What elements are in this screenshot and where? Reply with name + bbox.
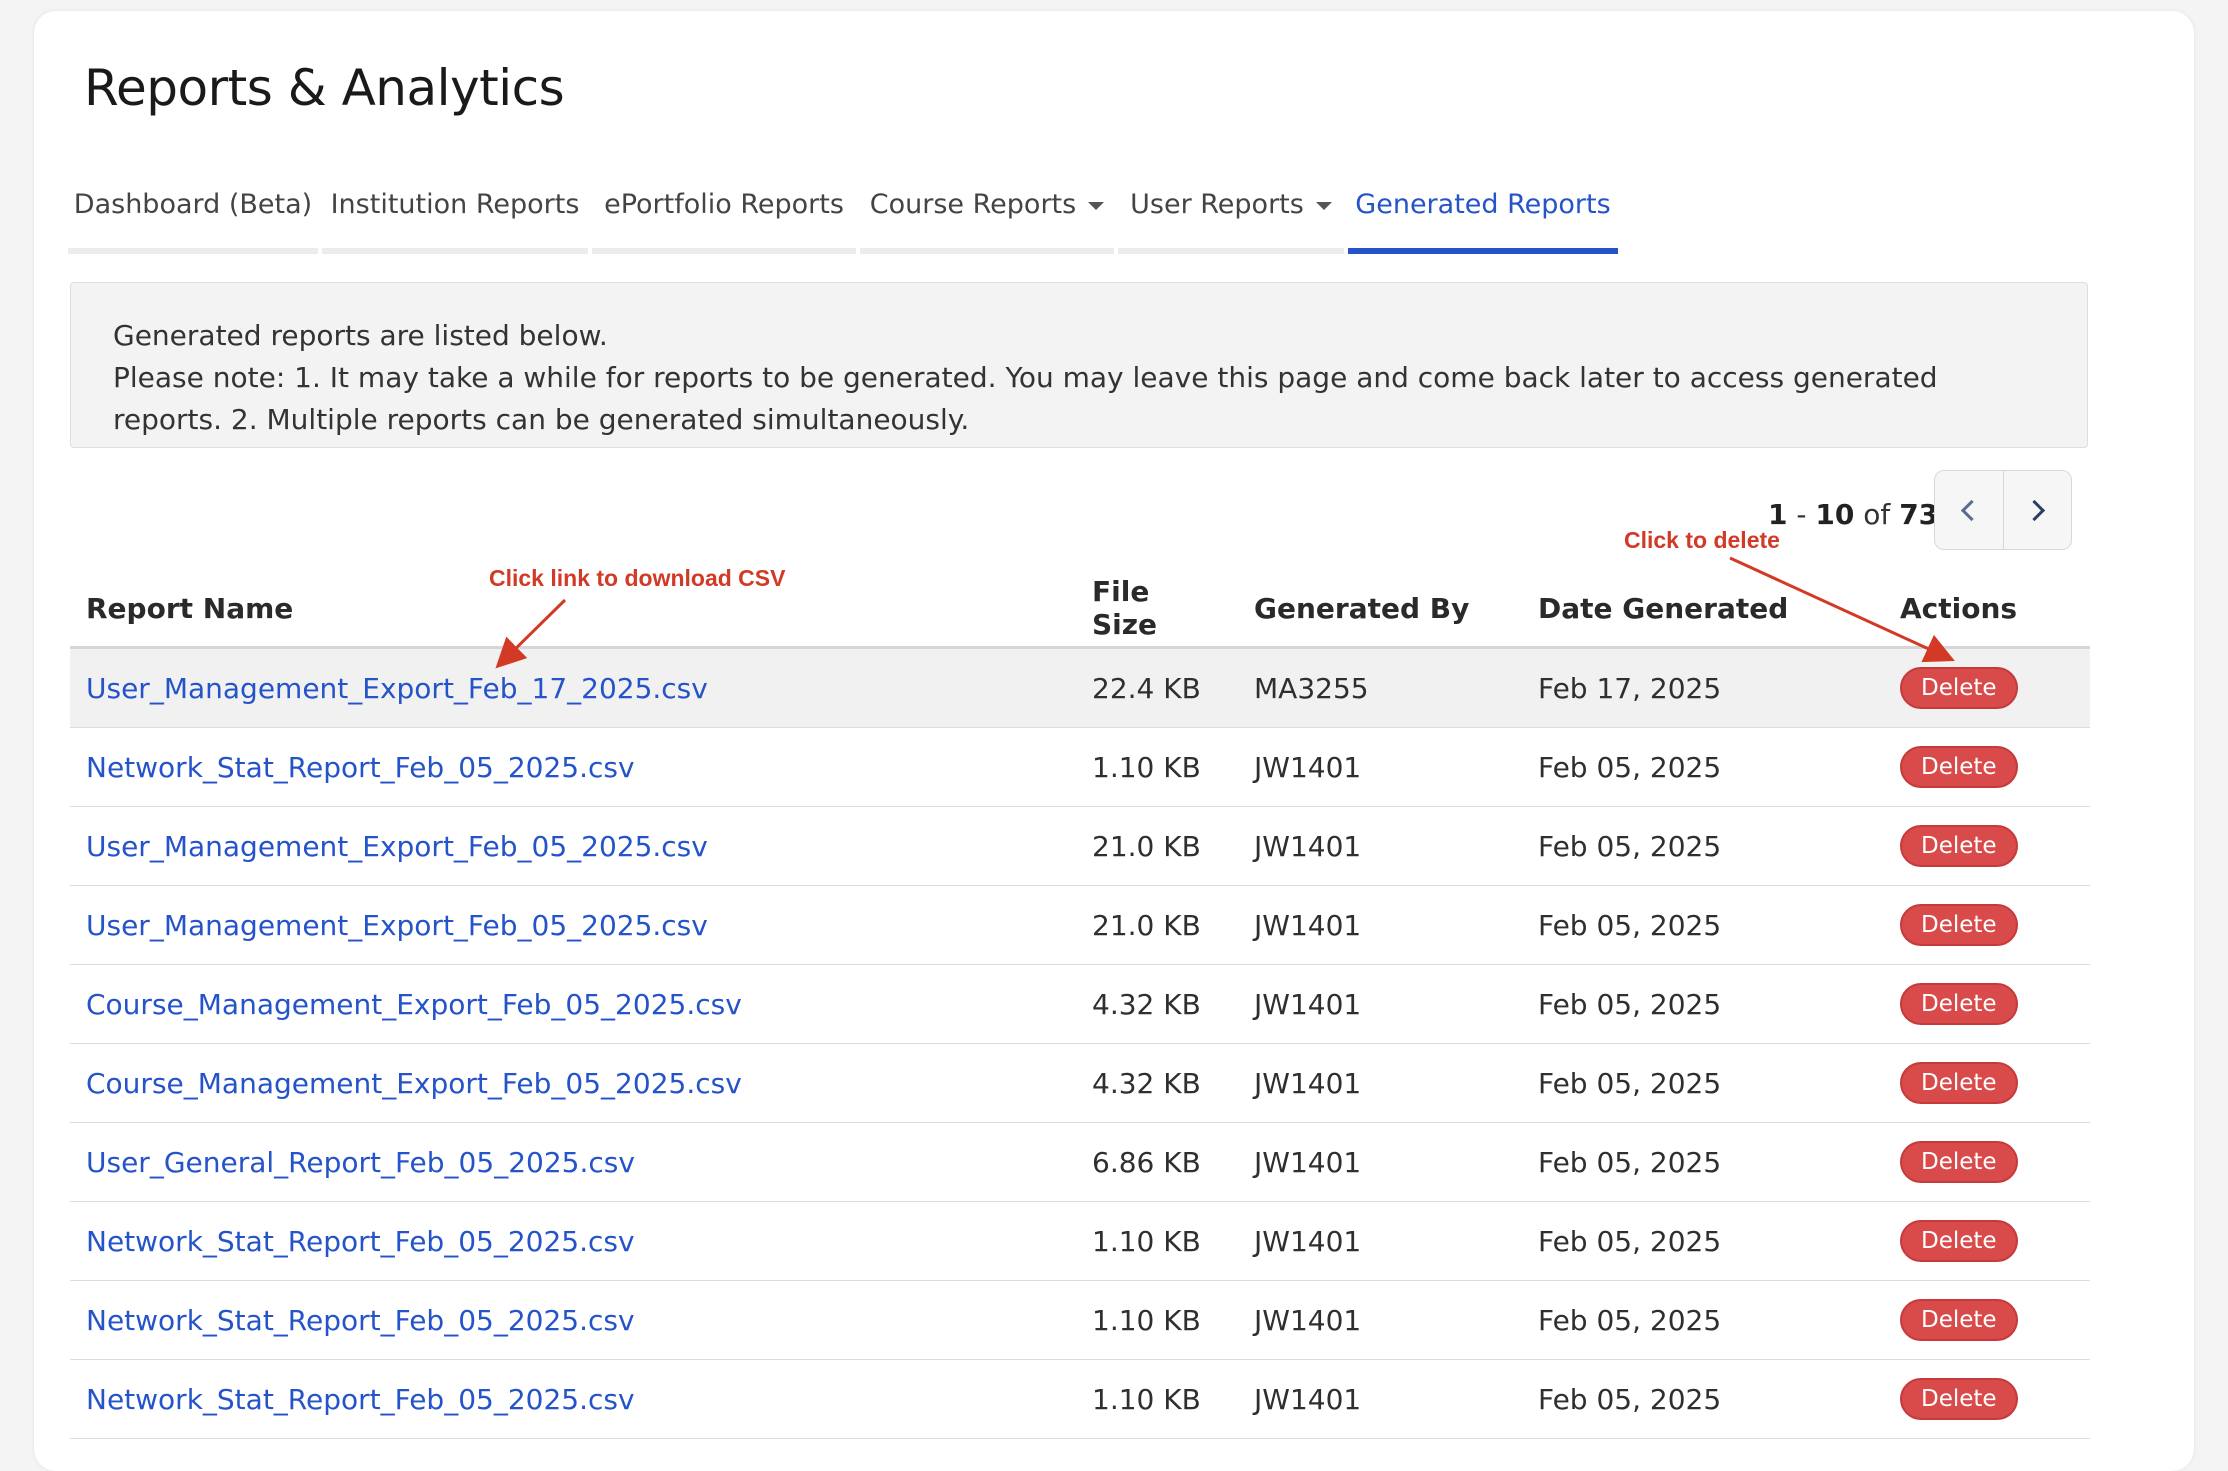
table-row: Course_Management_Export_Feb_05_2025.csv…	[70, 964, 2090, 1044]
tab-label: User Reports	[1130, 188, 1304, 220]
delete-button[interactable]: Delete	[1900, 1220, 2018, 1262]
prev-page-button[interactable]	[1935, 471, 2003, 549]
date-generated: Feb 05, 2025	[1522, 1043, 1884, 1123]
header-actions: Actions	[1884, 570, 2090, 649]
table-header-row: Report Name File Size Generated By Date …	[70, 570, 2090, 649]
header-generated-by[interactable]: Generated By	[1238, 570, 1522, 649]
generated-by: JW1401	[1238, 727, 1522, 807]
report-download-link[interactable]: Network_Stat_Report_Feb_05_2025.csv	[86, 1304, 635, 1337]
header-date-generated[interactable]: Date Generated	[1522, 570, 1884, 649]
generated-by: JW1401	[1238, 964, 1522, 1044]
tab-eportfolio-reports[interactable]: ePortfolio Reports	[592, 160, 856, 254]
tab-label: ePortfolio Reports	[604, 188, 844, 220]
tab-generated-reports[interactable]: Generated Reports	[1348, 160, 1618, 254]
generated-by: JW1401	[1238, 1043, 1522, 1123]
page-title: Reports & Analytics	[84, 59, 565, 117]
generated-reports-table: Report Name File Size Generated By Date …	[70, 570, 2090, 1439]
generated-by: MA3255	[1238, 647, 1522, 728]
file-size: 6.86 KB	[1076, 1122, 1238, 1202]
delete-button[interactable]: Delete	[1900, 983, 2018, 1025]
tab-user-reports[interactable]: User Reports	[1118, 160, 1344, 254]
date-generated: Feb 17, 2025	[1522, 647, 1884, 728]
date-generated: Feb 05, 2025	[1522, 727, 1884, 807]
delete-button[interactable]: Delete	[1900, 1141, 2018, 1183]
delete-button[interactable]: Delete	[1900, 1378, 2018, 1420]
pagination-summary: 1 - 10 of 73	[1768, 498, 1938, 531]
table-row: Network_Stat_Report_Feb_05_2025.csv 1.10…	[70, 1201, 2090, 1281]
date-generated: Feb 05, 2025	[1522, 1280, 1884, 1360]
generated-by: JW1401	[1238, 1359, 1522, 1439]
date-generated: Feb 05, 2025	[1522, 1122, 1884, 1202]
file-size: 1.10 KB	[1076, 727, 1238, 807]
date-generated: Feb 05, 2025	[1522, 964, 1884, 1044]
table-row: Course_Management_Export_Feb_05_2025.csv…	[70, 1043, 2090, 1123]
tab-institution-reports[interactable]: Institution Reports	[322, 160, 588, 254]
table-row: Network_Stat_Report_Feb_05_2025.csv 1.10…	[70, 727, 2090, 807]
table-row: Network_Stat_Report_Feb_05_2025.csv 1.10…	[70, 1280, 2090, 1360]
generated-by: JW1401	[1238, 1122, 1522, 1202]
report-download-link[interactable]: User_General_Report_Feb_05_2025.csv	[86, 1146, 635, 1179]
report-download-link[interactable]: Course_Management_Export_Feb_05_2025.csv	[86, 988, 742, 1021]
date-generated: Feb 05, 2025	[1522, 885, 1884, 965]
file-size: 1.10 KB	[1076, 1280, 1238, 1360]
next-page-button[interactable]	[2002, 471, 2072, 549]
info-notice: Generated reports are listed below. Plea…	[70, 282, 2088, 448]
generated-by: JW1401	[1238, 806, 1522, 886]
caret-down-icon	[1315, 202, 1332, 210]
date-generated: Feb 05, 2025	[1522, 1201, 1884, 1281]
tab-course-reports[interactable]: Course Reports	[860, 160, 1114, 254]
total-count: 73	[1899, 498, 1939, 531]
delete-button[interactable]: Delete	[1900, 746, 2018, 788]
date-generated: Feb 05, 2025	[1522, 806, 1884, 886]
delete-button[interactable]: Delete	[1900, 904, 2018, 946]
tab-label: Course Reports	[869, 188, 1077, 220]
report-download-link[interactable]: Network_Stat_Report_Feb_05_2025.csv	[86, 1225, 635, 1258]
chevron-left-icon	[1961, 499, 1983, 521]
file-size: 21.0 KB	[1076, 806, 1238, 886]
report-download-link[interactable]: Course_Management_Export_Feb_05_2025.csv	[86, 1067, 742, 1100]
range-end: 10	[1815, 498, 1855, 531]
table-row: User_Management_Export_Feb_05_2025.csv 2…	[70, 806, 2090, 886]
header-file-size[interactable]: File Size	[1076, 570, 1238, 649]
chevron-right-icon	[2023, 499, 2045, 521]
delete-button[interactable]: Delete	[1900, 1062, 2018, 1104]
tab-label: Generated Reports	[1355, 188, 1611, 220]
table-row: Network_Stat_Report_Feb_05_2025.csv 1.10…	[70, 1359, 2090, 1439]
report-download-link[interactable]: User_Management_Export_Feb_05_2025.csv	[86, 909, 708, 942]
file-size: 4.32 KB	[1076, 964, 1238, 1044]
generated-by: JW1401	[1238, 1280, 1522, 1360]
file-size: 1.10 KB	[1076, 1359, 1238, 1439]
table-row: User_Management_Export_Feb_17_2025.csv 2…	[70, 647, 2090, 728]
caret-down-icon	[1088, 202, 1105, 210]
report-download-link[interactable]: Network_Stat_Report_Feb_05_2025.csv	[86, 1383, 635, 1416]
report-download-link[interactable]: Network_Stat_Report_Feb_05_2025.csv	[86, 751, 635, 784]
tab-label: Institution Reports	[330, 188, 580, 220]
tab-label: Dashboard (Beta)	[73, 188, 313, 220]
range-separator: -	[1796, 498, 1807, 531]
pagination-controls	[1934, 470, 2072, 550]
delete-button[interactable]: Delete	[1900, 825, 2018, 867]
file-size: 21.0 KB	[1076, 885, 1238, 965]
annotation-delete: Click to delete	[1624, 527, 1780, 553]
delete-button[interactable]: Delete	[1900, 667, 2018, 709]
of-label: of	[1863, 498, 1891, 531]
file-size: 4.32 KB	[1076, 1043, 1238, 1123]
notice-line-1: Generated reports are listed below.	[113, 319, 608, 352]
notice-line-2: Please note: 1. It may take a while for …	[113, 361, 1938, 436]
delete-button[interactable]: Delete	[1900, 1299, 2018, 1341]
tab-dashboard[interactable]: Dashboard (Beta)	[68, 160, 318, 254]
report-tabs: Dashboard (Beta) Institution Reports ePo…	[68, 160, 1622, 254]
report-download-link[interactable]: User_Management_Export_Feb_17_2025.csv	[86, 672, 708, 705]
generated-by: JW1401	[1238, 1201, 1522, 1281]
table-row: User_Management_Export_Feb_05_2025.csv 2…	[70, 885, 2090, 965]
file-size: 22.4 KB	[1076, 647, 1238, 728]
report-download-link[interactable]: User_Management_Export_Feb_05_2025.csv	[86, 830, 708, 863]
date-generated: Feb 05, 2025	[1522, 1359, 1884, 1439]
file-size: 1.10 KB	[1076, 1201, 1238, 1281]
header-report-name[interactable]: Report Name	[70, 570, 1076, 649]
table-row: User_General_Report_Feb_05_2025.csv 6.86…	[70, 1122, 2090, 1202]
generated-by: JW1401	[1238, 885, 1522, 965]
